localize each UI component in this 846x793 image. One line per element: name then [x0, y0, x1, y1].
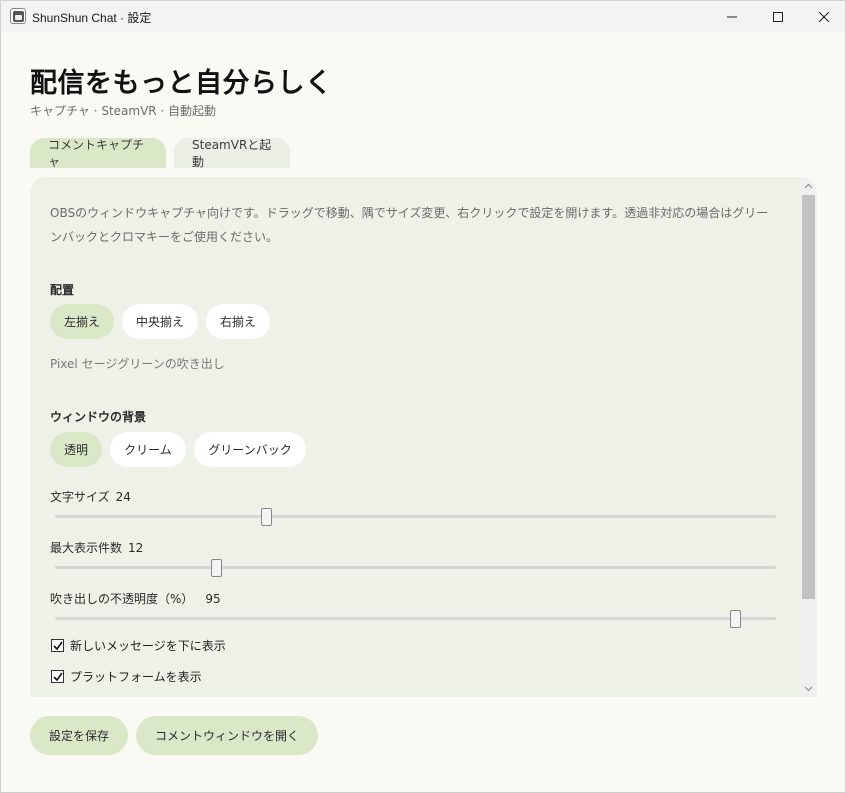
tab-steamvr-startup[interactable]: SteamVRと起動: [174, 138, 290, 169]
newest-bottom-checkbox[interactable]: [51, 639, 64, 652]
open-comment-window-button[interactable]: コメントウィンドウを開く: [136, 716, 318, 755]
maximize-button[interactable]: [755, 1, 801, 32]
checkmark-icon: [52, 672, 63, 681]
font-size-value: 24: [115, 490, 131, 504]
scroll-up-button[interactable]: [800, 177, 817, 194]
opacity-slider-track[interactable]: [55, 617, 776, 620]
panel-scrollbar[interactable]: [800, 177, 817, 697]
minimize-button[interactable]: [709, 1, 755, 32]
font-size-slider-track[interactable]: [55, 515, 776, 518]
align-center-button[interactable]: 中央揃え: [122, 304, 198, 339]
save-settings-button[interactable]: 設定を保存: [30, 716, 128, 755]
show-platform-option[interactable]: プラットフォームを表示: [51, 668, 202, 685]
align-left-button[interactable]: 左揃え: [50, 304, 114, 339]
app-icon: [10, 8, 26, 24]
max-items-slider-track[interactable]: [55, 566, 776, 569]
font-size-label: 文字サイズ 24: [50, 488, 131, 505]
checkmark-icon: [52, 641, 63, 650]
title-bar: ShunShun Chat · 設定: [1, 1, 845, 32]
close-icon: [819, 11, 829, 22]
newest-bottom-option[interactable]: 新しいメッセージを下に表示: [51, 637, 226, 654]
opacity-value: 95: [205, 592, 221, 606]
max-items-label: 最大表示件数 12: [50, 539, 143, 556]
max-items-value: 12: [128, 541, 144, 555]
font-size-label-text: 文字サイズ: [50, 490, 110, 504]
maximize-icon: [773, 11, 783, 22]
max-items-label-text: 最大表示件数: [50, 541, 123, 555]
scrollbar-thumb[interactable]: [802, 195, 815, 599]
bg-cream-button[interactable]: クリーム: [110, 432, 186, 467]
font-size-slider-thumb[interactable]: [260, 508, 272, 526]
page-subtitle: キャプチャ · SteamVR · 自動起動: [30, 104, 217, 118]
tab-comment-capture[interactable]: コメントキャプチャ: [30, 138, 166, 169]
max-items-slider-thumb[interactable]: [211, 559, 223, 577]
chevron-down-icon: [804, 686, 813, 691]
window-title: ShunShun Chat · 設定: [32, 11, 152, 25]
background-label: ウィンドウの背景: [50, 410, 147, 424]
bg-transparent-button[interactable]: 透明: [50, 432, 102, 467]
style-hint: Pixel セージグリーンの吹き出し: [50, 357, 225, 371]
show-platform-label: プラットフォームを表示: [70, 670, 202, 684]
bg-greenback-button[interactable]: グリーンバック: [194, 432, 306, 467]
panel-description: OBSのウィンドウキャプチャ向けです。ドラッグで移動、隅でサイズ変更、右クリック…: [50, 206, 769, 244]
show-platform-checkbox[interactable]: [51, 670, 64, 683]
newest-bottom-label: 新しいメッセージを下に表示: [70, 639, 226, 653]
alignment-label: 配置: [50, 283, 75, 297]
chevron-up-icon: [804, 183, 813, 188]
minimize-icon: [727, 16, 737, 17]
settings-window: ShunShun Chat · 設定 配信をもっと自分らしく キャプチャ · S…: [0, 0, 846, 793]
opacity-label: 吹き出しの不透明度（%） 95: [50, 590, 221, 607]
scroll-down-button[interactable]: [800, 680, 817, 697]
opacity-label-text: 吹き出しの不透明度（%）: [50, 592, 194, 606]
close-button[interactable]: [801, 1, 846, 32]
align-right-button[interactable]: 右揃え: [206, 304, 270, 339]
page-title: 配信をもっと自分らしく: [30, 68, 333, 99]
settings-panel: OBSのウィンドウキャプチャ向けです。ドラッグで移動、隅でサイズ変更、右クリック…: [30, 177, 817, 697]
opacity-slider-thumb[interactable]: [729, 610, 741, 628]
